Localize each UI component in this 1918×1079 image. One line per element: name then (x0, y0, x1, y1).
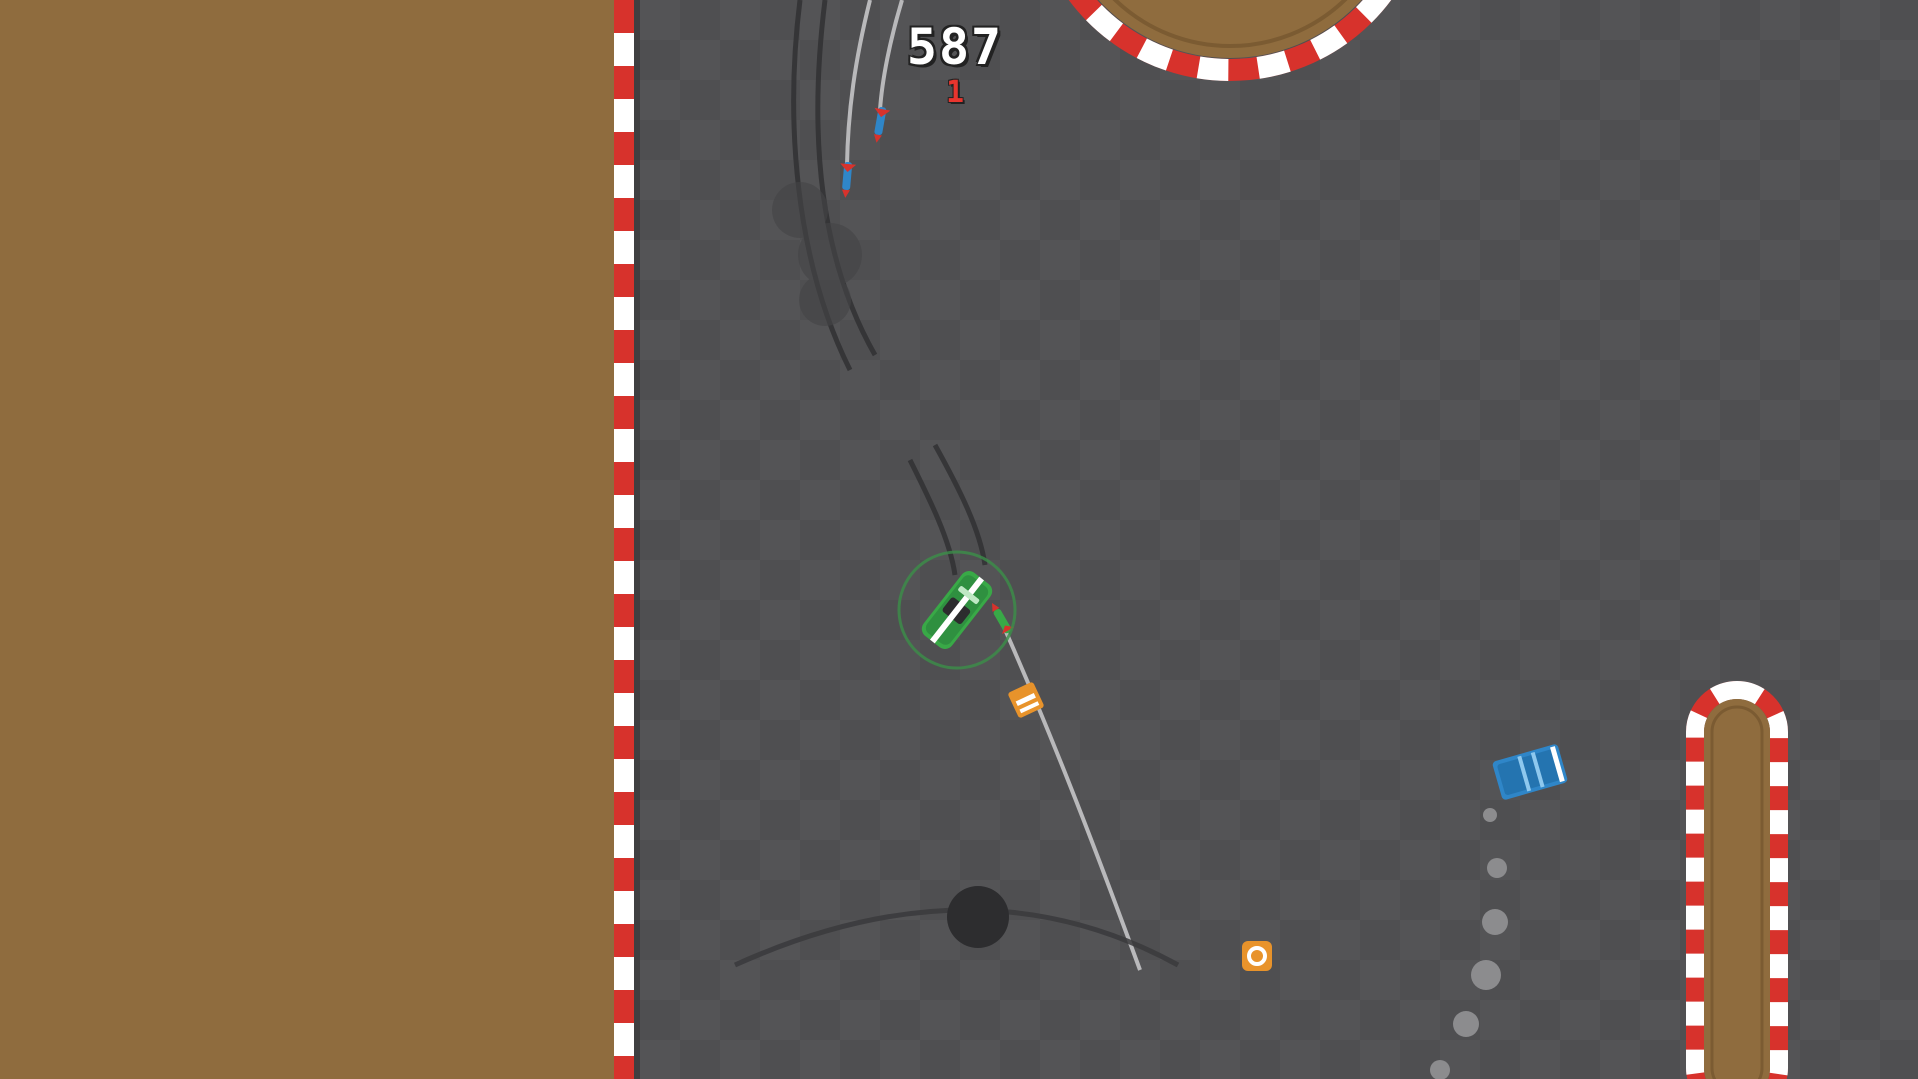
right-pill-island (1686, 681, 1788, 1079)
game-scene[interactable] (0, 0, 1918, 1079)
left-curb (614, 0, 634, 1079)
dirt-offtrack (0, 0, 620, 1079)
combo-counter: 1 (945, 75, 965, 110)
score-display: 587 (906, 18, 1004, 76)
joystick-knob-icon[interactable] (947, 886, 1009, 948)
coin-pickup-icon (1242, 941, 1272, 971)
